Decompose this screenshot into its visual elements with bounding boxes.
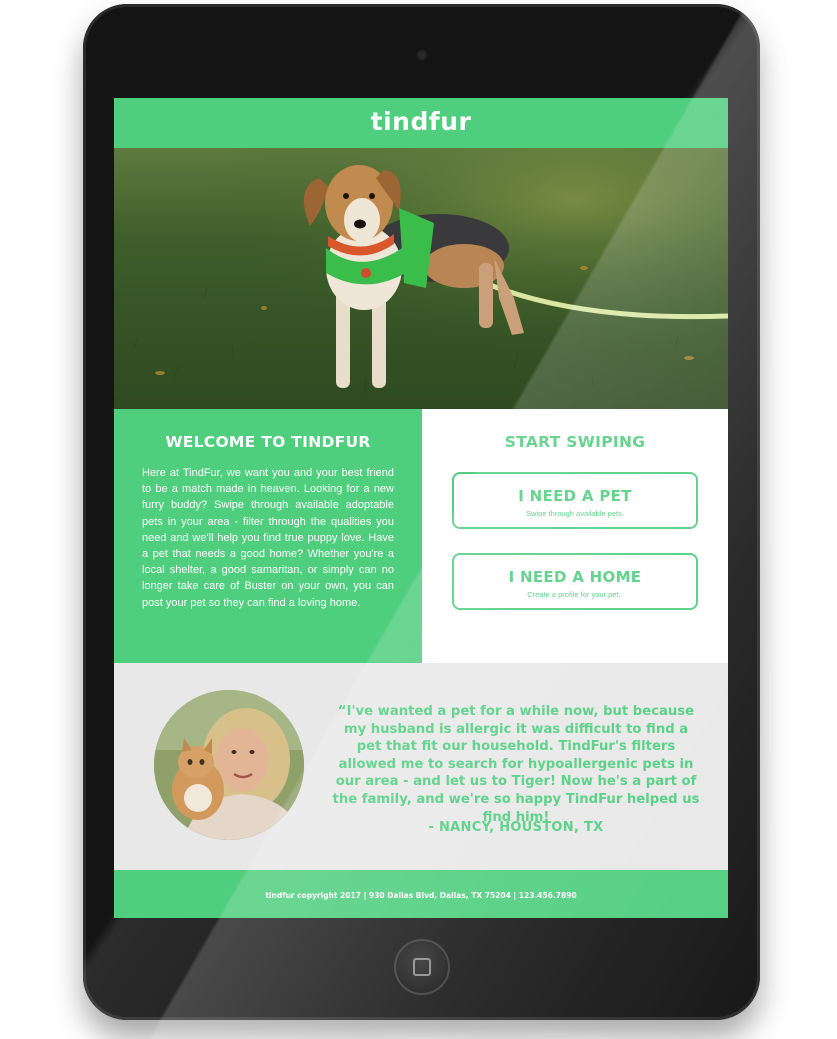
footer-text: tindfur copyright 2017 | 930 Dallas Blvd… <box>265 891 577 900</box>
hero-image <box>114 148 728 409</box>
welcome-section: WELCOME TO TINDFUR Here at TindFur, we w… <box>114 409 422 663</box>
need-pet-subtext: Swipe through available pets. <box>526 509 624 518</box>
home-button[interactable] <box>394 939 450 995</box>
home-square-icon <box>413 958 431 976</box>
site-header: tindfur <box>114 98 728 148</box>
testimonial-quote: “I've wanted a pet for a while now, but … <box>332 704 700 825</box>
customer-avatar <box>154 690 304 840</box>
site-logo[interactable]: tindfur <box>114 98 728 146</box>
testimonial-author: - NANCY, HOUSTON, TX <box>428 820 604 835</box>
need-pet-button[interactable]: I NEED A PET Swipe through available pet… <box>452 472 698 529</box>
dog-photo <box>114 148 728 409</box>
woman-with-cat-photo <box>154 690 304 840</box>
camera-icon <box>416 49 428 61</box>
need-pet-label: I NEED A PET <box>518 487 632 505</box>
start-swiping-title: START SWIPING <box>504 433 646 451</box>
need-home-button[interactable]: I NEED A HOME Create a profile for your … <box>452 553 698 610</box>
need-home-label: I NEED A HOME <box>508 568 642 586</box>
start-swiping-section: START SWIPING I NEED A PET Swipe through… <box>422 409 728 663</box>
need-home-subtext: Create a profile for your pet.. <box>527 590 623 599</box>
testimonial-section: “I've wanted a pet for a while now, but … <box>114 663 728 870</box>
welcome-body: Here at TindFur, we want you and your be… <box>142 467 394 609</box>
site-footer: tindfur copyright 2017 | 930 Dallas Blvd… <box>114 870 728 918</box>
app-screen: tindfur WELCOME TO TINDFUR Here at TindF… <box>114 98 728 918</box>
welcome-title: WELCOME TO TINDFUR <box>165 433 371 451</box>
